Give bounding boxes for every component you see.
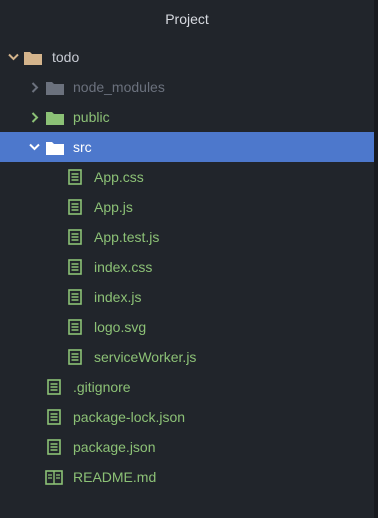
tree-item-label: todo (52, 49, 80, 65)
tree-item-label: App.test.js (94, 229, 160, 245)
tree-item-package-json[interactable]: package.json (0, 432, 374, 462)
tree-item-label: public (73, 109, 110, 125)
tree-item-label: src (73, 139, 92, 155)
file-text-icon (66, 222, 84, 252)
tree-item-label: logo.svg (94, 319, 147, 335)
file-text-icon (66, 282, 84, 312)
tree-item-label: package-lock.json (73, 409, 186, 425)
tree-item-label: App.js (94, 199, 133, 215)
tree-item-logo-svg[interactable]: logo.svg (0, 312, 374, 342)
file-text-icon (45, 372, 63, 402)
tree-item-label: App.css (94, 169, 144, 185)
chevron-right-icon[interactable] (29, 102, 41, 132)
tree-item-public[interactable]: public (0, 102, 374, 132)
panel-title: Project (165, 11, 209, 27)
tree-item-node-modules[interactable]: node_modules (0, 72, 374, 102)
file-text-icon (45, 402, 63, 432)
file-text-icon (66, 342, 84, 372)
project-panel: Project todo node_modules public src App… (0, 0, 374, 518)
tree-item-src[interactable]: src (0, 132, 374, 162)
folder-icon (46, 72, 64, 102)
tree-item-label: serviceWorker.js (94, 349, 197, 365)
tree-item-app-test-js[interactable]: App.test.js (0, 222, 374, 252)
file-text-icon (45, 432, 63, 462)
panel-resize-gutter[interactable] (374, 0, 378, 518)
tree-item-package-lock-json[interactable]: package-lock.json (0, 402, 374, 432)
book-icon (45, 462, 63, 492)
file-text-icon (66, 252, 84, 282)
file-text-icon (66, 312, 84, 342)
file-text-icon (66, 192, 84, 222)
chevron-right-icon[interactable] (29, 72, 41, 102)
tree-item-label: package.json (73, 439, 156, 455)
tree-item-service-worker-js[interactable]: serviceWorker.js (0, 342, 374, 372)
chevron-down-icon[interactable] (7, 42, 19, 72)
tree-item-label: README.md (73, 469, 157, 485)
tree-item-label: index.css (94, 259, 153, 275)
tree-item-label: node_modules (73, 79, 165, 95)
tree-item-label: .gitignore (73, 379, 131, 395)
file-text-icon (66, 162, 84, 192)
folder-icon (46, 102, 64, 132)
folder-icon (46, 132, 64, 162)
chevron-down-icon[interactable] (28, 132, 40, 162)
tree-item-readme-md[interactable]: README.md (0, 462, 374, 492)
tree-item-label: index.js (94, 289, 142, 305)
tree-item-index-js[interactable]: index.js (0, 282, 374, 312)
tree-item-index-css[interactable]: index.css (0, 252, 374, 282)
folder-icon (24, 42, 42, 72)
tree-item-gitignore[interactable]: .gitignore (0, 372, 374, 402)
tree-item-app-css[interactable]: App.css (0, 162, 374, 192)
file-tree: todo node_modules public src App.css App… (0, 42, 374, 492)
tree-item-todo[interactable]: todo (0, 42, 374, 72)
tree-item-app-js[interactable]: App.js (0, 192, 374, 222)
